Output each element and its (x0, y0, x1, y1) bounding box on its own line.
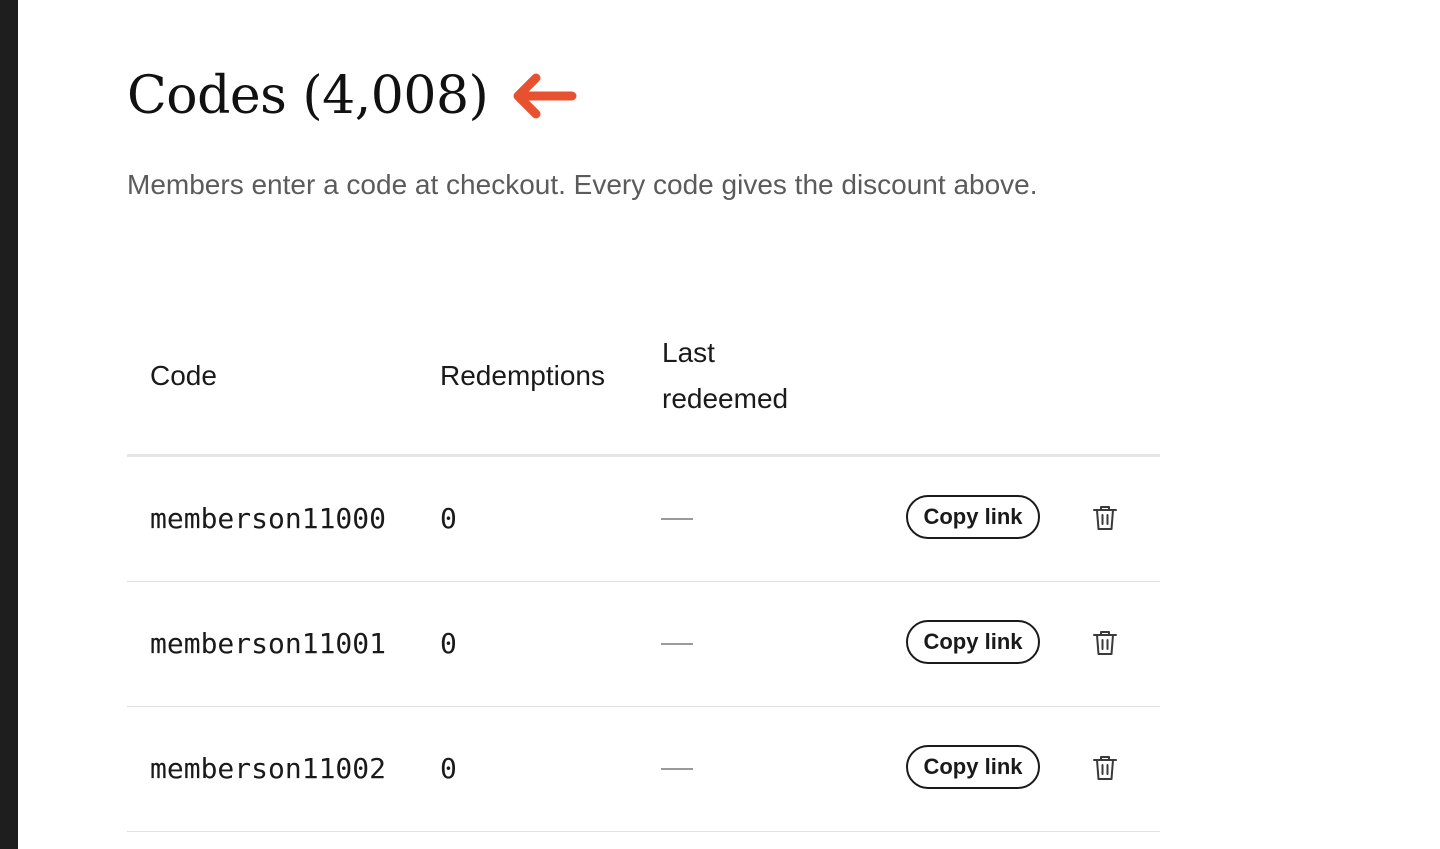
trash-icon[interactable] (1092, 754, 1118, 782)
redemptions-cell: 0 (440, 627, 457, 660)
codes-table: Code Redemptions Last redeemed memberson… (127, 328, 1160, 832)
title-row: Codes (4,008) (127, 60, 578, 132)
code-cell: memberson11001 (150, 627, 387, 660)
copy-link-button[interactable]: Copy link (906, 620, 1040, 664)
left-rail (0, 0, 18, 849)
table-header: Code Redemptions Last redeemed (127, 328, 1160, 457)
table-row: memberson11002 0 Copy link (127, 707, 1160, 832)
last-redeemed-empty-dash (661, 643, 693, 645)
redemptions-cell: 0 (440, 502, 457, 535)
copy-link-button[interactable]: Copy link (906, 745, 1040, 789)
code-cell: memberson11000 (150, 502, 387, 535)
trash-icon[interactable] (1092, 504, 1118, 532)
code-cell: memberson11002 (150, 752, 387, 785)
arrow-left-icon (510, 70, 578, 122)
column-header-code: Code (150, 360, 217, 391)
redemptions-cell: 0 (440, 752, 457, 785)
trash-icon[interactable] (1092, 629, 1118, 657)
table-row: memberson11000 0 Copy link (127, 457, 1160, 582)
copy-link-button[interactable]: Copy link (906, 495, 1040, 539)
page-description: Members enter a code at checkout. Every … (127, 169, 1038, 200)
last-redeemed-empty-dash (661, 518, 693, 520)
page-title: Codes (4,008) (127, 66, 489, 126)
table-row: memberson11001 0 Copy link (127, 582, 1160, 707)
column-header-last-redeemed: Last redeemed (662, 337, 789, 414)
column-header-redemptions: Redemptions (440, 360, 605, 391)
last-redeemed-empty-dash (661, 768, 693, 770)
